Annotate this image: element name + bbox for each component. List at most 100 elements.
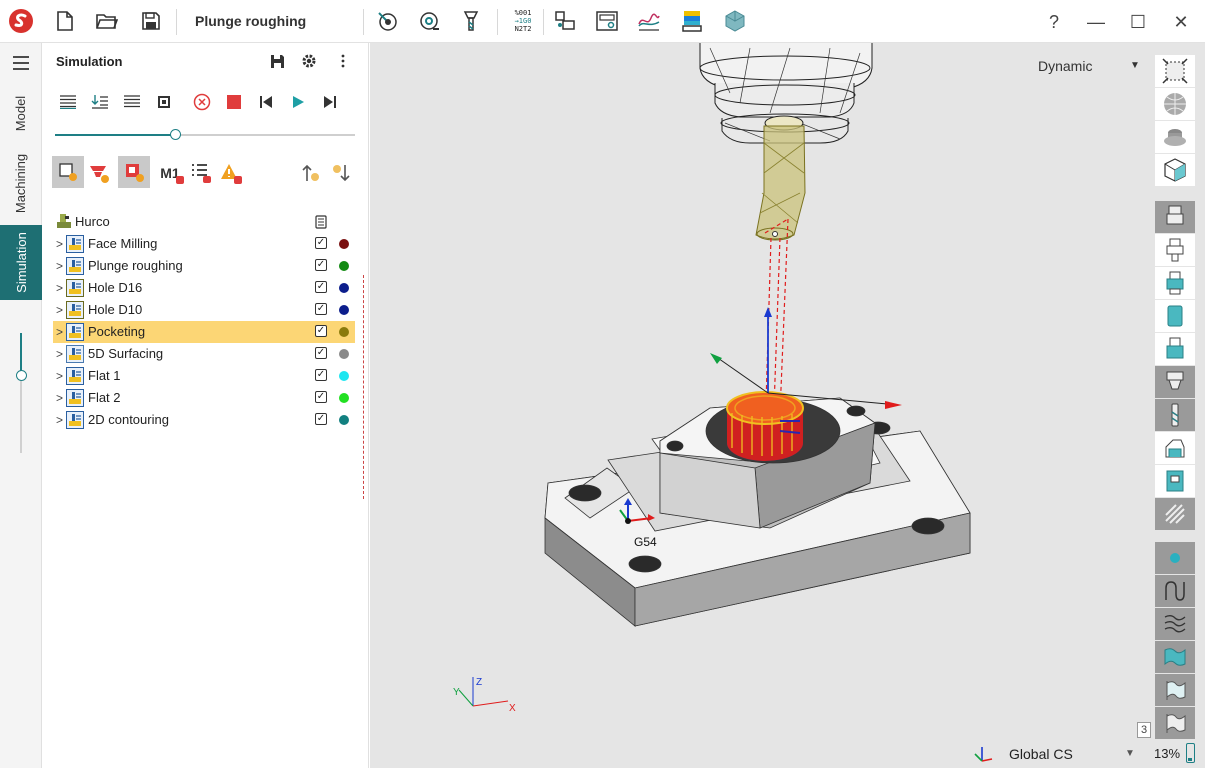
tree-operation-row[interactable]: >2D contouring ✓ (53, 409, 355, 431)
next-warning-icon[interactable] (330, 162, 352, 184)
save-icon[interactable] (136, 6, 166, 36)
tool-holder-teal-icon[interactable] (1155, 267, 1195, 299)
tree-operation-row[interactable]: > Plunge roughing ✓ (53, 255, 355, 277)
hatch-pattern-icon[interactable] (1155, 498, 1195, 530)
visibility-checkbox[interactable]: ✓ (315, 369, 327, 381)
tree-machine-row[interactable]: Hurco (53, 211, 355, 233)
cutter-icon[interactable] (1155, 399, 1195, 431)
tool-view-icon[interactable] (1155, 234, 1195, 266)
stock-collision-icon[interactable] (118, 156, 150, 188)
view-cube-icon[interactable] (1155, 154, 1195, 186)
previous-warning-icon[interactable] (300, 162, 322, 184)
more-options-icon[interactable] (332, 50, 354, 72)
go-to-start-icon[interactable] (255, 91, 277, 113)
setup-icon[interactable] (372, 6, 402, 36)
stock-view-icon[interactable] (153, 91, 175, 113)
coordinate-system-select[interactable]: Global CS (1009, 746, 1073, 762)
go-to-end-icon[interactable] (319, 91, 341, 113)
close-button[interactable]: ✕ (1167, 8, 1195, 36)
operation-color-dot[interactable] (339, 305, 349, 315)
operation-color-dot[interactable] (339, 349, 349, 359)
point-display-icon[interactable] (1155, 542, 1195, 574)
visibility-checkbox[interactable]: ✓ (315, 391, 327, 403)
step-list-icon[interactable] (89, 91, 111, 113)
3d-view-icon[interactable] (720, 6, 750, 36)
tab-machining[interactable]: Machining (0, 143, 42, 223)
visibility-checkbox[interactable]: ✓ (315, 259, 327, 271)
holder-dark-icon[interactable] (1155, 366, 1195, 398)
visibility-checkbox[interactable]: ✓ (315, 347, 327, 359)
show-all-icon[interactable] (57, 91, 79, 113)
expand-chevron-icon[interactable]: > (56, 391, 63, 405)
open-folder-icon[interactable] (92, 6, 122, 36)
minimize-button[interactable]: — (1082, 8, 1110, 36)
spindle-teal-icon[interactable] (1155, 300, 1195, 332)
list-view-icon[interactable] (121, 91, 143, 113)
speed-slider-knob[interactable] (16, 370, 27, 381)
help-button[interactable]: ? (1040, 8, 1068, 36)
expand-chevron-icon[interactable]: > (56, 281, 63, 295)
battery-zoom-icon[interactable] (1186, 743, 1195, 763)
chevron-down-icon[interactable]: ▼ (1125, 748, 1135, 759)
operation-list-icon[interactable] (190, 162, 212, 184)
operation-color-dot[interactable] (339, 327, 349, 337)
tree-operation-row[interactable]: > Pocketing ✓ (53, 321, 355, 343)
operation-color-dot[interactable] (339, 261, 349, 271)
warning-icon[interactable] (220, 162, 242, 184)
path-display-icon[interactable] (1155, 575, 1195, 607)
play-icon[interactable] (287, 91, 309, 113)
maximize-button[interactable]: ☐ (1124, 8, 1152, 36)
tree-operation-row[interactable]: > Face Milling ✓ (53, 233, 355, 255)
operation-color-dot[interactable] (339, 393, 349, 403)
expand-chevron-icon[interactable]: > (56, 303, 63, 317)
tab-model[interactable]: Model (0, 83, 42, 143)
simulation-progress-knob[interactable] (170, 129, 181, 140)
expand-chevron-icon[interactable]: > (56, 325, 63, 339)
new-file-icon[interactable] (50, 6, 80, 36)
tree-operation-row[interactable]: > Flat 2 ✓ (53, 387, 355, 409)
visibility-checkbox[interactable]: ✓ (315, 237, 327, 249)
visibility-checkbox[interactable]: ✓ (315, 303, 327, 315)
vise-teal-icon[interactable] (1155, 465, 1195, 497)
chart-icon[interactable] (634, 6, 664, 36)
app-logo-icon[interactable] (6, 6, 36, 36)
hamburger-menu-icon[interactable] (0, 51, 42, 75)
gouge-check-icon[interactable] (88, 162, 110, 184)
tree-operation-row[interactable]: > Hole D10 ✓ (53, 299, 355, 321)
simulation-report-icon[interactable] (677, 6, 707, 36)
tree-operation-row[interactable]: > Hole D16 ✓ (53, 277, 355, 299)
collet-icon[interactable] (1155, 333, 1195, 365)
tree-operation-row[interactable]: > Flat 1 ✓ (53, 365, 355, 387)
operation-color-dot[interactable] (339, 283, 349, 293)
visibility-checkbox[interactable]: ✓ (315, 413, 327, 425)
shaded-view-icon[interactable] (1155, 121, 1195, 153)
expand-chevron-icon[interactable]: > (56, 369, 63, 383)
expand-chevron-icon[interactable]: > (56, 413, 63, 427)
nc-program-icon[interactable]: %001 →1G0 N2T2 (506, 6, 540, 36)
nc-file-icon[interactable] (315, 215, 327, 229)
tool-library-icon[interactable] (456, 6, 486, 36)
m1-stop-icon[interactable]: M1 (156, 162, 184, 184)
surface-wire-icon[interactable] (1155, 608, 1195, 640)
wireframe-sphere-icon[interactable] (1155, 88, 1195, 120)
post-processor-icon[interactable] (550, 6, 580, 36)
surface-light-icon[interactable] (1155, 674, 1195, 706)
surface-teal-icon[interactable] (1155, 641, 1195, 673)
save-simulation-icon[interactable] (266, 50, 288, 72)
machine-panel-icon[interactable] (592, 6, 622, 36)
visibility-checkbox[interactable]: ✓ (315, 325, 327, 337)
operation-color-dot[interactable] (339, 239, 349, 249)
surface-flag-icon[interactable] (1155, 707, 1195, 739)
stock-icon[interactable] (414, 6, 444, 36)
simulation-progress-slider[interactable] (55, 129, 355, 140)
fit-view-icon[interactable] (1155, 55, 1195, 87)
tree-operation-row[interactable]: >5D Surfacing ✓ (53, 343, 355, 365)
fixture-icon[interactable] (1155, 432, 1195, 464)
stop-icon[interactable] (223, 91, 245, 113)
3d-viewport[interactable]: Dynamic ▼ G54 Z X Y Global CS ▼ 13% (370, 43, 1205, 768)
visibility-checkbox[interactable]: ✓ (315, 281, 327, 293)
expand-chevron-icon[interactable]: > (56, 259, 63, 273)
settings-gear-icon[interactable] (298, 50, 320, 72)
collision-check-icon[interactable] (52, 156, 84, 188)
holder-view-icon[interactable] (1155, 201, 1195, 233)
